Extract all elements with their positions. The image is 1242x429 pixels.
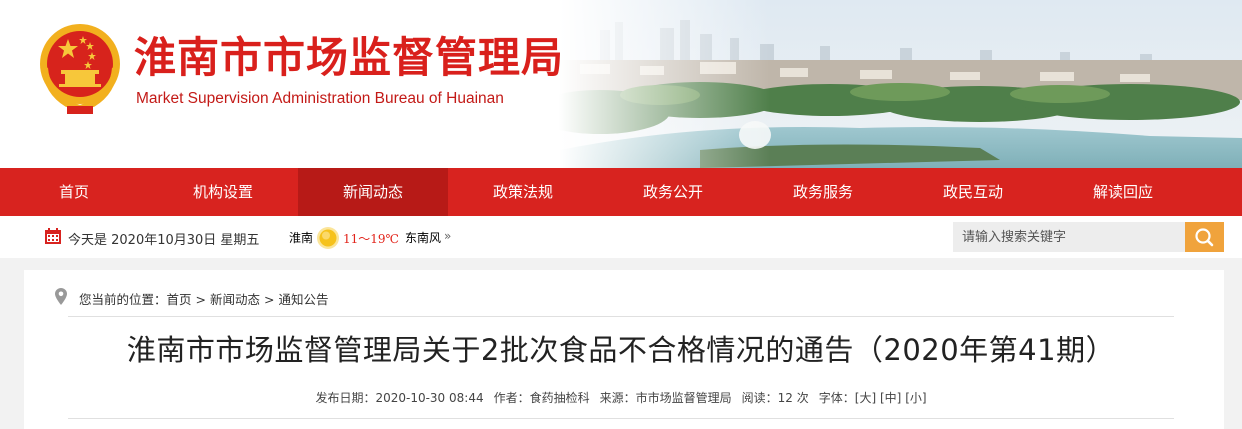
breadcrumb-item-news[interactable]: 新闻动态 (210, 292, 260, 307)
calendar-icon (45, 228, 61, 244)
location-pin-icon (55, 288, 67, 305)
views-label: 阅读： (741, 391, 778, 405)
sun-icon (317, 227, 339, 249)
font-size-small-button[interactable]: [小] (905, 391, 926, 405)
font-size-label: 字体： (818, 391, 855, 405)
font-size-medium-button[interactable]: [中] (880, 391, 901, 405)
breadcrumb-separator: > (195, 292, 206, 307)
site-title-cn: 淮南市市场监督管理局 (134, 33, 565, 82)
double-chevron-right-icon[interactable]: » (444, 229, 451, 243)
nav-item-organization[interactable]: 机构设置 (148, 168, 298, 216)
publish-date: 2020-10-30 08:44 (375, 391, 484, 405)
site-header: 淮南市市场监督管理局 Market Supervision Administra… (0, 0, 1242, 168)
breadcrumb-item-notices[interactable]: 通知公告 (278, 292, 328, 307)
weather-wind: 东南风 (405, 231, 442, 245)
nav-item-interaction[interactable]: 政民互动 (898, 168, 1048, 216)
search-button[interactable] (1185, 222, 1224, 252)
article-meta: 发布日期：2020-10-30 08:44 作者：食药抽检科 来源：市市场监督管理局… (0, 389, 1242, 406)
source: 市市场监督管理局 (635, 391, 732, 405)
author: 食药抽检科 (529, 391, 590, 405)
nav-item-gov-info[interactable]: 政务公开 (598, 168, 748, 216)
article-title: 淮南市市场监督管理局关于2批次食品不合格情况的通告（2020年第41期） (126, 333, 1116, 367)
font-size-large-button[interactable]: [大] (855, 391, 876, 405)
search-icon (1195, 228, 1214, 247)
nav-item-interpretation[interactable]: 解读回应 (1048, 168, 1198, 216)
weather-city: 淮南 (289, 231, 314, 245)
nav-item-gov-service[interactable]: 政务服务 (748, 168, 898, 216)
breadcrumb-separator: > (263, 292, 275, 307)
breadcrumb: 您当前的位置：首页 > 新闻动态 > 通知公告 (79, 289, 328, 308)
city-lake-banner-image (0, 0, 1242, 168)
search-input[interactable] (953, 222, 1185, 252)
main-nav: 首页 机构设置 新闻动态 政策法规 政务公开 政务服务 政民互动 解读回应 (0, 168, 1242, 216)
author-label: 作者： (493, 391, 530, 405)
views: 12 次 (777, 391, 809, 405)
site-title-en: Market Supervision Administration Bureau… (136, 90, 504, 107)
weather-temperature: 11～19℃ (343, 232, 399, 246)
publish-date-label: 发布日期： (315, 391, 376, 405)
breadcrumb-prefix: 您当前的位置： (79, 292, 167, 307)
today-date: 今天是 2020年10月30日 星期五 (68, 233, 260, 248)
breadcrumb-item-home[interactable]: 首页 (167, 292, 192, 307)
nav-item-news[interactable]: 新闻动态 (298, 168, 448, 216)
breadcrumb-divider (68, 316, 1174, 317)
national-emblem-logo (40, 24, 120, 114)
nav-item-home[interactable]: 首页 (0, 168, 148, 216)
source-label: 来源： (599, 391, 636, 405)
meta-divider (68, 418, 1174, 419)
nav-item-policy[interactable]: 政策法规 (448, 168, 598, 216)
